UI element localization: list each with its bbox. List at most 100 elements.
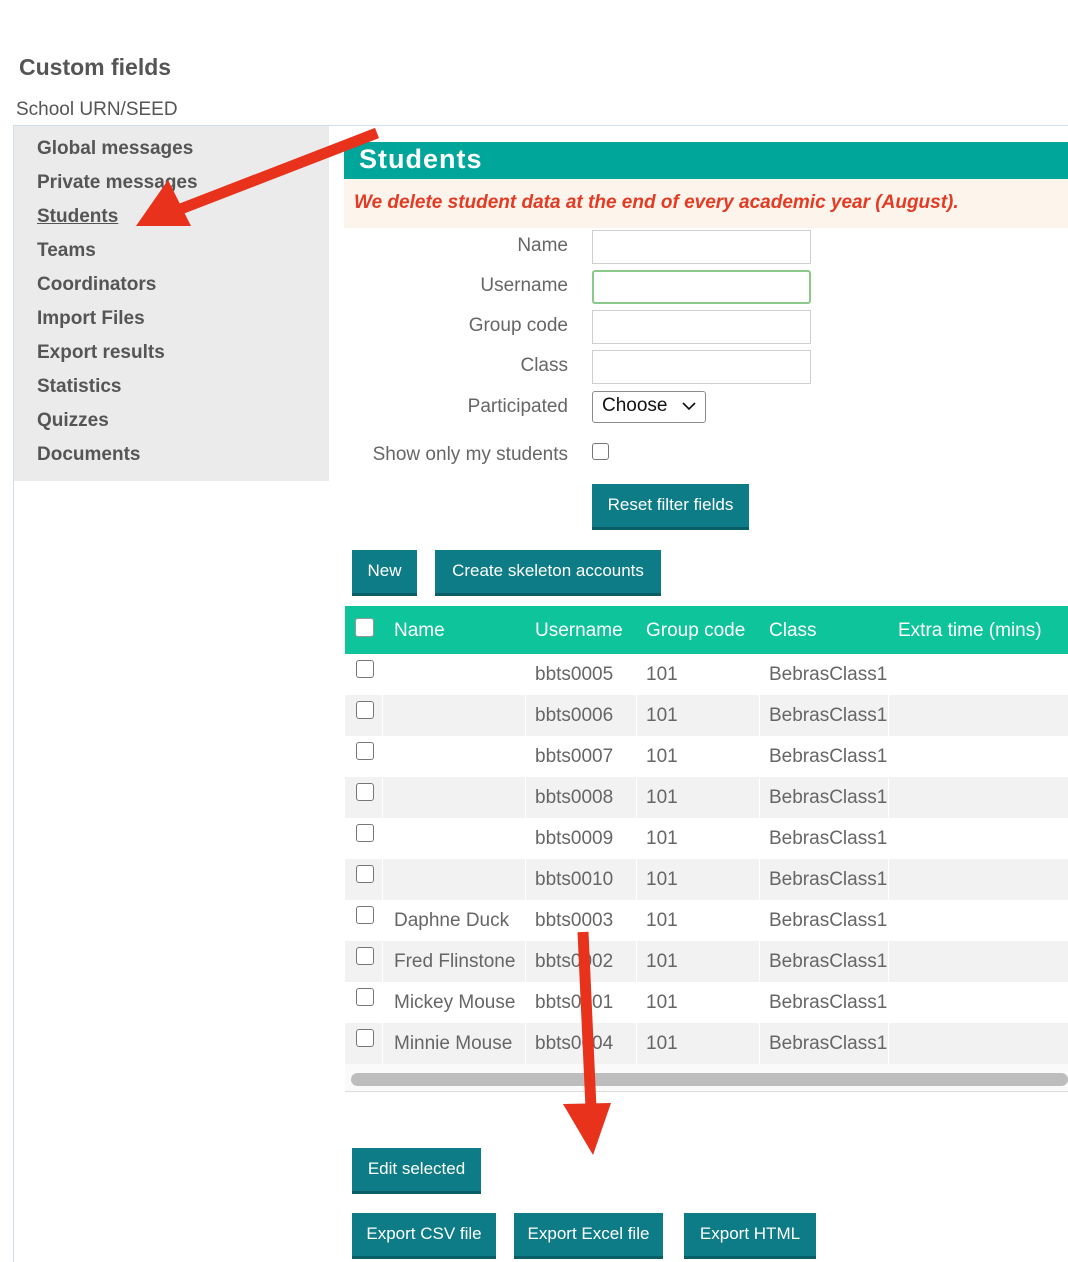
row-checkbox[interactable] bbox=[356, 701, 374, 719]
table-row: Mickey Mouse bbts0001 101 BebrasClass1 bbox=[345, 982, 1068, 1023]
edit-selected-button[interactable]: Edit selected bbox=[352, 1148, 481, 1194]
scrollbar-thumb[interactable] bbox=[351, 1073, 1068, 1086]
sidebar-item-students[interactable]: Students bbox=[37, 206, 118, 228]
cell-class: BebrasClass1 bbox=[769, 1033, 888, 1054]
row-checkbox[interactable] bbox=[356, 660, 374, 678]
cell-group-code: 101 bbox=[646, 828, 678, 849]
export-excel-button[interactable]: Export Excel file bbox=[514, 1213, 663, 1259]
show-only-my-students-checkbox[interactable] bbox=[592, 443, 609, 460]
class-filter-label: Class bbox=[520, 355, 568, 376]
cell-username: bbts0003 bbox=[535, 910, 614, 931]
table-row: Minnie Mouse bbts0004 101 BebrasClass1 bbox=[345, 1023, 1068, 1064]
students-table-header: Name Username Group code Class Extra tim… bbox=[345, 606, 1068, 654]
row-checkbox[interactable] bbox=[356, 947, 374, 965]
cell-name: Mickey Mouse bbox=[394, 992, 516, 1013]
table-row: bbts0006 101 BebrasClass1 bbox=[345, 695, 1068, 736]
group-code-filter-input[interactable] bbox=[592, 310, 811, 344]
cell-group-code: 101 bbox=[646, 992, 678, 1013]
row-checkbox[interactable] bbox=[356, 865, 374, 883]
cell-class: BebrasClass1 bbox=[769, 705, 888, 726]
cell-class: BebrasClass1 bbox=[769, 828, 888, 849]
table-row: bbts0005 101 BebrasClass1 bbox=[345, 654, 1068, 695]
cell-class: BebrasClass1 bbox=[769, 869, 888, 890]
table-row: Daphne Duck bbts0003 101 BebrasClass1 bbox=[345, 900, 1068, 941]
name-filter-input[interactable] bbox=[592, 230, 811, 264]
cell-class: BebrasClass1 bbox=[769, 992, 888, 1013]
column-header-group-code[interactable]: Group code bbox=[646, 620, 745, 642]
horizontal-scrollbar[interactable] bbox=[345, 1064, 1068, 1092]
row-checkbox[interactable] bbox=[356, 742, 374, 760]
sidebar-item-import-files[interactable]: Import Files bbox=[37, 308, 145, 330]
create-skeleton-accounts-button[interactable]: Create skeleton accounts bbox=[435, 550, 661, 596]
cell-group-code: 101 bbox=[646, 869, 678, 890]
table-row: bbts0007 101 BebrasClass1 bbox=[345, 736, 1068, 777]
cell-username: bbts0009 bbox=[535, 828, 614, 849]
students-table-body: bbts0005 101 BebrasClass1 bbts0006 101 B… bbox=[345, 654, 1068, 1064]
cell-class: BebrasClass1 bbox=[769, 664, 888, 685]
reset-filter-button[interactable]: Reset filter fields bbox=[592, 484, 749, 530]
table-row: bbts0009 101 BebrasClass1 bbox=[345, 818, 1068, 859]
cell-group-code: 101 bbox=[646, 951, 678, 972]
row-checkbox[interactable] bbox=[356, 906, 374, 924]
table-row: bbts0010 101 BebrasClass1 bbox=[345, 859, 1068, 900]
cell-class: BebrasClass1 bbox=[769, 951, 888, 972]
sidebar-item-quizzes[interactable]: Quizzes bbox=[37, 410, 109, 432]
cell-group-code: 101 bbox=[646, 910, 678, 931]
cell-group-code: 101 bbox=[646, 746, 678, 767]
cell-username: bbts0006 bbox=[535, 705, 614, 726]
cell-class: BebrasClass1 bbox=[769, 787, 888, 808]
sidebar-item-private-messages[interactable]: Private messages bbox=[37, 172, 198, 194]
cell-username: bbts0007 bbox=[535, 746, 614, 767]
cell-group-code: 101 bbox=[646, 1033, 678, 1054]
table-row: Fred Flinstone bbts0002 101 BebrasClass1 bbox=[345, 941, 1068, 982]
column-header-username[interactable]: Username bbox=[535, 620, 623, 642]
row-checkbox[interactable] bbox=[356, 783, 374, 801]
cell-username: bbts0002 bbox=[535, 951, 614, 972]
sidebar-item-coordinators[interactable]: Coordinators bbox=[37, 274, 156, 296]
students-header: Students bbox=[344, 142, 1068, 179]
cell-group-code: 101 bbox=[646, 664, 678, 685]
column-header-class[interactable]: Class bbox=[769, 620, 817, 642]
export-html-button[interactable]: Export HTML bbox=[684, 1213, 816, 1259]
cell-group-code: 101 bbox=[646, 787, 678, 808]
cell-username: bbts0005 bbox=[535, 664, 614, 685]
column-header-name[interactable]: Name bbox=[394, 620, 445, 642]
sidebar-item-documents[interactable]: Documents bbox=[37, 444, 140, 466]
participated-select[interactable]: Choose bbox=[592, 391, 706, 423]
data-deletion-notice: We delete student data at the end of eve… bbox=[344, 179, 1068, 228]
show-only-my-students-label: Show only my students bbox=[372, 444, 568, 465]
class-filter-input[interactable] bbox=[592, 350, 811, 384]
row-checkbox[interactable] bbox=[356, 824, 374, 842]
cell-name: Minnie Mouse bbox=[394, 1033, 513, 1054]
username-filter-label: Username bbox=[480, 275, 568, 296]
sidebar-item-teams[interactable]: Teams bbox=[37, 240, 96, 262]
cell-group-code: 101 bbox=[646, 705, 678, 726]
column-header-extra-time[interactable]: Extra time (mins) bbox=[898, 620, 1042, 642]
cell-class: BebrasClass1 bbox=[769, 746, 888, 767]
custom-fields-title: Custom fields bbox=[19, 54, 172, 80]
username-filter-input[interactable] bbox=[592, 270, 811, 304]
cell-name: Daphne Duck bbox=[394, 910, 510, 931]
export-csv-button[interactable]: Export CSV file bbox=[352, 1213, 496, 1259]
chevron-down-icon bbox=[682, 402, 696, 411]
new-student-button[interactable]: New bbox=[352, 550, 417, 596]
sidebar-item-global-messages[interactable]: Global messages bbox=[37, 138, 193, 160]
cell-username: bbts0001 bbox=[535, 992, 614, 1013]
page-title: Students bbox=[359, 144, 483, 174]
group-code-filter-label: Group code bbox=[468, 315, 568, 336]
notice-text: We delete student data at the end of eve… bbox=[354, 192, 959, 213]
cell-username: bbts0010 bbox=[535, 869, 614, 890]
school-urn-label: School URN/SEED bbox=[16, 99, 178, 120]
sidebar-item-export-results[interactable]: Export results bbox=[37, 342, 165, 364]
row-checkbox[interactable] bbox=[356, 988, 374, 1006]
cell-name: Fred Flinstone bbox=[394, 951, 516, 972]
select-all-checkbox[interactable] bbox=[355, 618, 374, 637]
participated-filter-label: Participated bbox=[467, 396, 568, 417]
sidebar: Global messages Private messages Student… bbox=[14, 126, 329, 481]
sidebar-item-statistics[interactable]: Statistics bbox=[37, 376, 121, 398]
cell-username: bbts0004 bbox=[535, 1033, 614, 1054]
cell-class: BebrasClass1 bbox=[769, 910, 888, 931]
participated-selected-value: Choose bbox=[602, 395, 668, 416]
row-checkbox[interactable] bbox=[356, 1029, 374, 1047]
table-row: bbts0008 101 BebrasClass1 bbox=[345, 777, 1068, 818]
